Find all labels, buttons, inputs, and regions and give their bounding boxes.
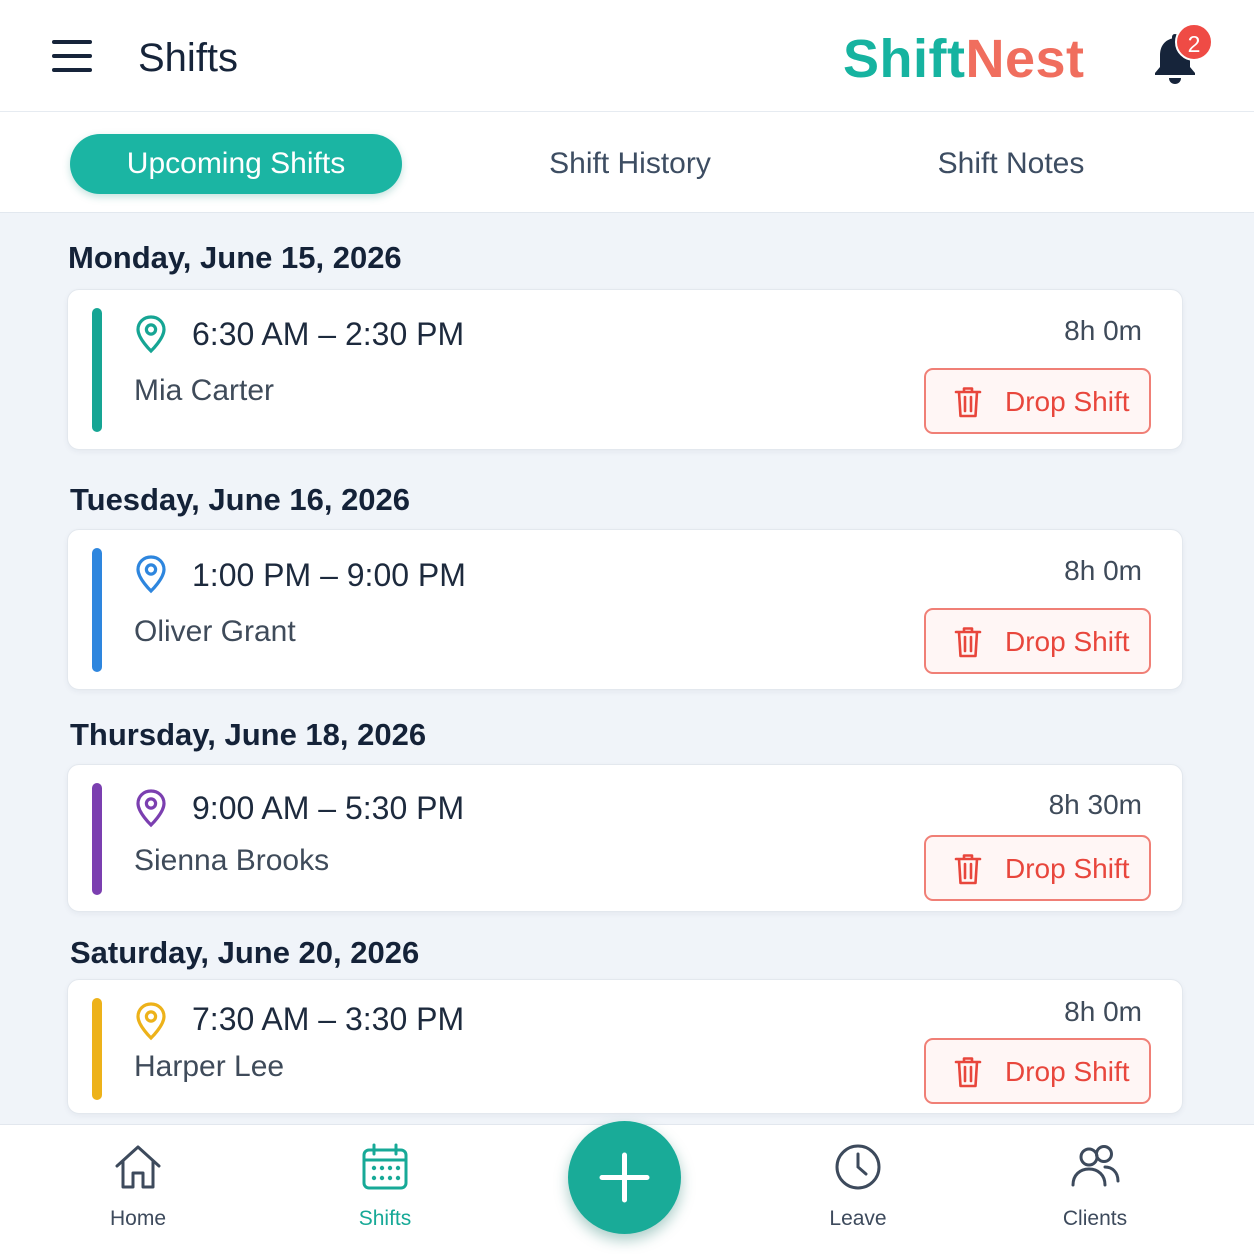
plus-icon <box>599 1152 650 1203</box>
shift-card[interactable]: 9:00 AM – 5:30 PM Sienna Brooks 8h 30m D… <box>67 764 1183 912</box>
tab-upcoming-shifts[interactable]: Upcoming Shifts <box>70 134 402 194</box>
drop-shift-button[interactable]: Drop Shift <box>924 368 1151 434</box>
shift-color-bar <box>92 998 102 1100</box>
drop-shift-label: Drop Shift <box>1005 1056 1130 1087</box>
nav-home-label: Home <box>109 1207 167 1230</box>
day-heading: Monday, June 15, 2026 <box>68 240 402 275</box>
drop-shift-button[interactable]: Drop Shift <box>924 1038 1151 1104</box>
tab-shift-notes[interactable]: Shift Notes <box>912 134 1110 194</box>
shift-duration: 8h 0m <box>1064 996 1142 1027</box>
clock-icon <box>835 1144 881 1190</box>
shift-duration: 8h 0m <box>1064 555 1142 586</box>
brand-logo-part1: Shift <box>843 29 966 89</box>
location-pin-icon <box>136 789 166 828</box>
nav-leave-label: Leave <box>829 1207 887 1230</box>
trash-icon <box>954 1057 982 1088</box>
add-shift-button[interactable] <box>568 1121 681 1234</box>
drop-shift-label: Drop Shift <box>1005 853 1130 884</box>
nav-leave[interactable]: Leave <box>798 1141 918 1241</box>
shift-time: 6:30 AM – 2:30 PM <box>192 316 465 352</box>
drop-shift-button[interactable]: Drop Shift <box>924 608 1151 674</box>
client-name: Oliver Grant <box>134 615 296 648</box>
drop-shift-label: Drop Shift <box>1005 626 1130 657</box>
day-heading: Tuesday, June 16, 2026 <box>70 482 411 517</box>
nav-shifts[interactable]: Shifts <box>325 1141 445 1241</box>
users-icon <box>1071 1145 1120 1187</box>
tab-bar: Upcoming Shifts Shift History Shift Note… <box>0 112 1254 213</box>
brand-logo: ShiftNest <box>843 28 1085 90</box>
calendar-icon <box>362 1143 408 1190</box>
location-pin-icon <box>136 555 166 594</box>
tab-shift-history[interactable]: Shift History <box>520 134 740 194</box>
nav-clients-label: Clients <box>1062 1207 1128 1230</box>
shift-time: 1:00 PM – 9:00 PM <box>192 557 466 593</box>
client-name: Harper Lee <box>134 1050 285 1083</box>
nav-clients[interactable]: Clients <box>1035 1141 1155 1241</box>
notification-badge: 2 <box>1175 23 1213 61</box>
shift-card[interactable]: 7:30 AM – 3:30 PM Harper Lee 8h 0m Drop … <box>67 979 1183 1114</box>
drop-shift-button[interactable]: Drop Shift <box>924 835 1151 901</box>
nav-shifts-label: Shifts <box>358 1207 412 1230</box>
trash-icon <box>954 387 982 418</box>
hamburger-menu-icon[interactable] <box>52 38 94 74</box>
shift-color-bar <box>92 308 102 432</box>
drop-shift-label: Drop Shift <box>1005 386 1130 417</box>
day-heading: Thursday, June 18, 2026 <box>70 717 427 752</box>
shift-time: 7:30 AM – 3:30 PM <box>192 1001 465 1037</box>
location-pin-icon <box>136 315 166 354</box>
client-name: Sienna Brooks <box>134 844 330 877</box>
nav-home[interactable]: Home <box>78 1141 198 1241</box>
client-name: Mia Carter <box>134 374 275 407</box>
brand-logo-part2: Nest <box>965 29 1085 89</box>
shift-time: 9:00 AM – 5:30 PM <box>192 790 465 826</box>
shift-card[interactable]: 1:00 PM – 9:00 PM Oliver Grant 8h 0m Dro… <box>67 529 1183 690</box>
shift-card[interactable]: 6:30 AM – 2:30 PM Mia Carter 8h 0m Drop … <box>67 289 1183 450</box>
trash-icon <box>954 854 982 885</box>
shift-color-bar <box>92 548 102 672</box>
shift-duration: 8h 0m <box>1064 315 1142 346</box>
home-icon <box>115 1145 161 1189</box>
app-header: Shifts ShiftNest 2 <box>0 0 1254 112</box>
location-pin-icon <box>136 1002 166 1041</box>
shift-color-bar <box>92 783 102 895</box>
day-heading: Saturday, June 20, 2026 <box>70 935 420 970</box>
page-title: Shifts <box>138 36 239 80</box>
shift-duration: 8h 30m <box>1048 789 1142 820</box>
trash-icon <box>954 627 982 658</box>
